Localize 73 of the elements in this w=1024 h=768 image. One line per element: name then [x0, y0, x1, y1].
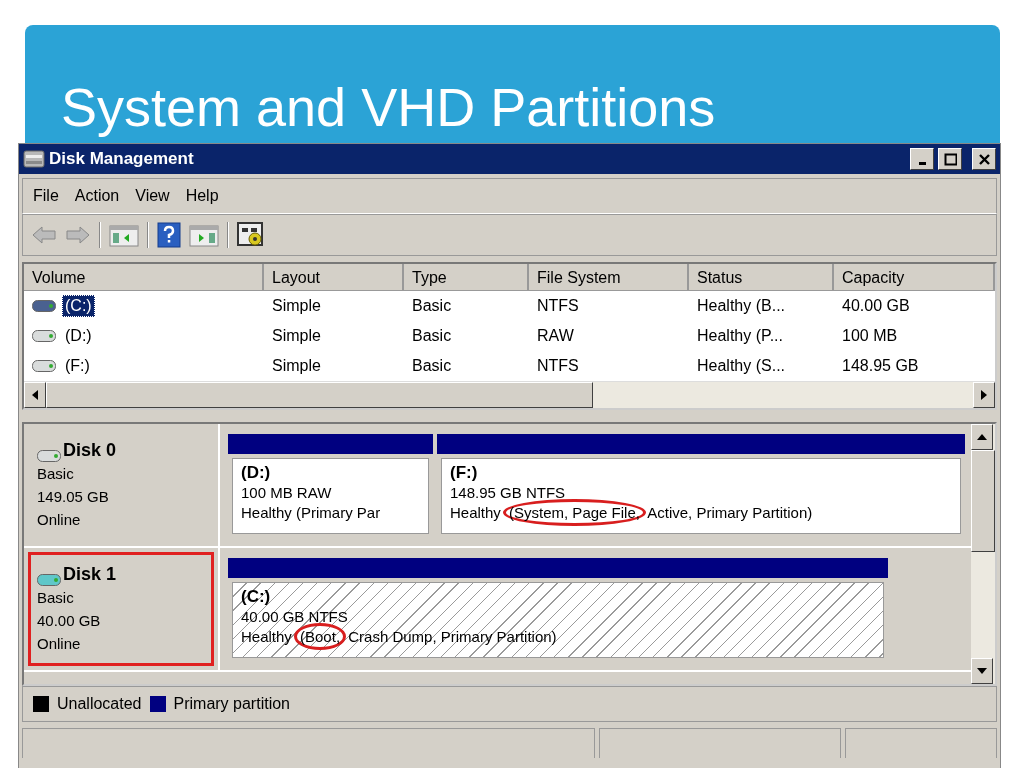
partition-status: Healthy (Primary Par [241, 503, 382, 523]
disk-type: Basic [37, 588, 75, 608]
minimize-icon [918, 162, 926, 165]
legend-label: Unallocated [57, 695, 142, 713]
minimize-button[interactable] [910, 148, 934, 170]
disk-status: Online [37, 510, 82, 530]
disk-name: Disk 1 [63, 563, 117, 586]
table-cell-text: Simple [271, 326, 322, 346]
partition-info: 100 MB RAW [241, 483, 333, 503]
table-cell-text: Basic [411, 326, 453, 346]
maximize-icon [943, 152, 957, 166]
column-header[interactable]: Status [689, 264, 834, 291]
partition-name: (D:) [241, 463, 272, 483]
window-title: Disk Management [49, 149, 195, 169]
table-cell-text: 100 MB [841, 326, 899, 346]
disk-name: Disk 0 [63, 439, 117, 462]
close-icon [977, 152, 991, 166]
table-cell-text: Basic [411, 356, 453, 376]
partition-info: 148.95 GB NTFS [450, 483, 567, 503]
partition-name: (F:) [450, 463, 479, 483]
disk-label[interactable]: Disk 0 Basic 149.05 GB Online [28, 428, 214, 542]
scroll-up-button[interactable] [971, 424, 993, 450]
column-header[interactable]: Layout [264, 264, 404, 291]
column-header[interactable]: Volume [24, 264, 264, 291]
close-button[interactable] [972, 148, 996, 170]
table-cell-text: Simple [271, 296, 322, 316]
table-cell-text: NTFS [536, 356, 580, 376]
drive-icon [37, 574, 61, 586]
maximize-button[interactable] [938, 148, 962, 170]
drive-icon [32, 330, 56, 342]
table-cell-text: Simple [271, 356, 322, 376]
disk-size: 40.00 GB [37, 611, 102, 631]
disk-status: Online [37, 634, 82, 654]
table-cell-text: 40.00 GB [841, 296, 911, 316]
app-icon [23, 149, 45, 169]
scroll-right-button[interactable] [973, 382, 995, 408]
drive-icon [37, 450, 61, 462]
help-icon[interactable] [157, 222, 181, 248]
scrollbar-thumb[interactable] [971, 450, 995, 552]
menu-item[interactable]: Action [68, 185, 126, 207]
table-cell-text: 148.95 GB [841, 356, 920, 376]
scroll-left-button[interactable] [24, 382, 46, 408]
disk-label[interactable]: Disk 1 Basic 40.00 GB Online [28, 552, 214, 666]
disk-type: Basic [37, 464, 75, 484]
slide-title: System and VHD Partitions [60, 76, 717, 139]
down-arrow-icon [977, 668, 987, 674]
legend-label: Primary partition [173, 695, 290, 713]
partition-info: 40.00 GB NTFS [241, 607, 349, 627]
drive-icon [32, 300, 56, 312]
partition-name: (C:) [241, 587, 272, 607]
disk-size: 149.05 GB [37, 487, 110, 507]
drive-letter[interactable]: (D:) [62, 325, 95, 347]
drive-letter[interactable]: (C:) [62, 295, 95, 317]
menu-item[interactable]: View [129, 185, 176, 207]
column-header[interactable]: File System [529, 264, 689, 291]
table-cell-text: NTFS [536, 296, 580, 316]
table-cell-text: Basic [411, 296, 453, 316]
column-header[interactable]: Type [404, 264, 529, 291]
left-arrow-icon [32, 390, 38, 400]
scroll-down-button[interactable] [971, 658, 993, 684]
table-cell-text: Healthy (P... [696, 326, 784, 346]
table-cell-text: Healthy (S... [696, 356, 787, 376]
drive-letter[interactable]: (F:) [62, 355, 93, 377]
column-header[interactable]: Capacity [834, 264, 995, 291]
drive-icon [32, 360, 56, 372]
scrollbar-thumb[interactable] [46, 382, 593, 408]
up-arrow-icon [977, 434, 987, 440]
menu-item[interactable]: Help [179, 185, 225, 207]
settings-icon[interactable] [237, 222, 265, 248]
right-arrow-icon [981, 390, 987, 400]
menu-item[interactable]: File [27, 185, 65, 207]
table-cell-text: Healthy (B... [696, 296, 787, 316]
table-cell-text: RAW [536, 326, 575, 346]
